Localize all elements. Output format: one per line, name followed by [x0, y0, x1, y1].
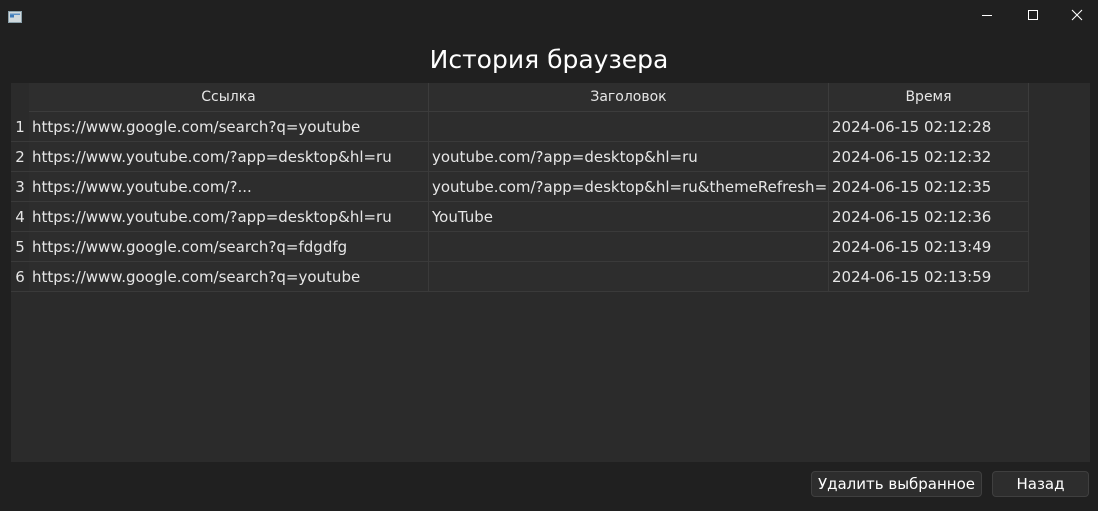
- cell-title[interactable]: [429, 112, 829, 142]
- row-number[interactable]: 4: [11, 202, 29, 232]
- cell-time[interactable]: 2024-06-15 02:12:35: [829, 172, 1029, 202]
- maximize-icon: [1027, 6, 1039, 25]
- minimize-icon: [981, 6, 993, 25]
- row-number[interactable]: 3: [11, 172, 29, 202]
- cell-url[interactable]: https://www.youtube.com/?app=desktop&hl=…: [29, 202, 429, 232]
- cell-time[interactable]: 2024-06-15 02:12:36: [829, 202, 1029, 232]
- page-title: История браузера: [429, 45, 669, 74]
- cell-time[interactable]: 2024-06-15 02:12:32: [829, 142, 1029, 172]
- cell-title[interactable]: youtube.com/?app=desktop&hl=ru: [429, 142, 829, 172]
- back-button[interactable]: Назад: [992, 471, 1089, 497]
- row-number[interactable]: 5: [11, 232, 29, 262]
- row-number[interactable]: 1: [11, 112, 29, 142]
- row-number[interactable]: 2: [11, 142, 29, 172]
- maximize-button[interactable]: [1010, 0, 1056, 30]
- title-bar: [0, 0, 1098, 30]
- cell-time[interactable]: 2024-06-15 02:13:59: [829, 262, 1029, 292]
- cell-time[interactable]: 2024-06-15 02:13:49: [829, 232, 1029, 262]
- cell-title[interactable]: [429, 262, 829, 292]
- cell-url[interactable]: https://www.google.com/search?q=youtube: [29, 112, 429, 142]
- cell-title[interactable]: [429, 232, 829, 262]
- close-button[interactable]: [1054, 0, 1098, 30]
- delete-selected-button[interactable]: Удалить выбранное: [811, 471, 982, 497]
- cell-url[interactable]: https://www.youtube.com/?app=desktop&hl=…: [29, 142, 429, 172]
- cell-url[interactable]: https://www.google.com/search?q=fdgdfg: [29, 232, 429, 262]
- table-corner[interactable]: [11, 83, 29, 112]
- app-window-icon: [8, 8, 22, 23]
- cell-title[interactable]: youtube.com/?app=desktop&hl=ru&themeRefr…: [429, 172, 829, 202]
- cell-url[interactable]: https://www.google.com/search?q=youtube: [29, 262, 429, 292]
- cell-title[interactable]: YouTube: [429, 202, 829, 232]
- minimize-button[interactable]: [964, 0, 1010, 30]
- history-window: История браузера Ссылка Заголовок Время …: [0, 0, 1098, 511]
- column-header-url[interactable]: Ссылка: [29, 83, 429, 112]
- cell-url[interactable]: https://www.youtube.com/?...: [29, 172, 429, 202]
- column-header-title[interactable]: Заголовок: [429, 83, 829, 112]
- row-number[interactable]: 6: [11, 262, 29, 292]
- close-icon: [1071, 6, 1083, 25]
- history-table[interactable]: Ссылка Заголовок Время 1 https://www.goo…: [11, 83, 1090, 462]
- column-header-time[interactable]: Время: [829, 83, 1029, 112]
- cell-time[interactable]: 2024-06-15 02:12:28: [829, 112, 1029, 142]
